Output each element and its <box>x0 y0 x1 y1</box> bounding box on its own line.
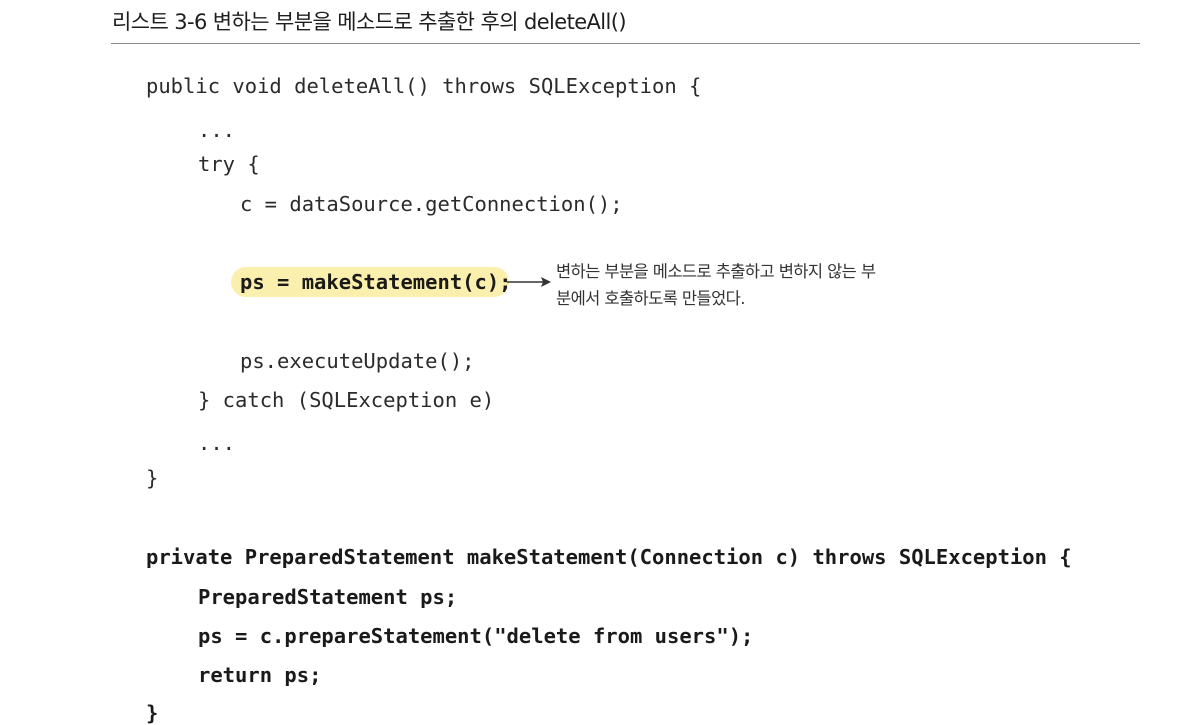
code-line-try: try { <box>198 152 260 176</box>
annotation-callout: 변하는 부분을 메소드로 추출하고 변하지 않는 부 분에서 호출하도록 만들었… <box>556 258 936 312</box>
annotation-line: 변하는 부분을 메소드로 추출하고 변하지 않는 부 <box>556 262 876 281</box>
code-line-return: return ps; <box>198 663 322 687</box>
code-line-ellipsis: ... <box>198 118 236 142</box>
code-line-method-close-brace: } <box>146 701 159 725</box>
annotation-line: 분에서 호출하도록 만들었다. <box>556 289 746 308</box>
code-line-close-brace: } <box>146 466 159 490</box>
title-divider <box>111 43 1140 44</box>
code-line-signature: public void deleteAll() throws SQLExcept… <box>146 74 702 98</box>
listing-title: 리스트 3-6 변하는 부분을 메소드로 추출한 후의 deleteAll() <box>112 10 627 34</box>
code-line-get-connection: c = dataSource.getConnection(); <box>240 192 623 216</box>
code-line-prepare-statement: ps = c.prepareStatement("delete from use… <box>198 624 754 648</box>
code-line-method-signature: private PreparedStatement makeStatement(… <box>146 545 1072 569</box>
code-line-ellipsis: ... <box>198 431 236 455</box>
annotation-arrow-icon <box>507 277 551 287</box>
code-line-execute-update: ps.executeUpdate(); <box>240 349 475 373</box>
code-line-make-statement: ps = makeStatement(c); <box>240 270 512 294</box>
code-line-declare-ps: PreparedStatement ps; <box>198 585 458 609</box>
code-line-catch: } catch (SQLException e) <box>198 388 495 412</box>
